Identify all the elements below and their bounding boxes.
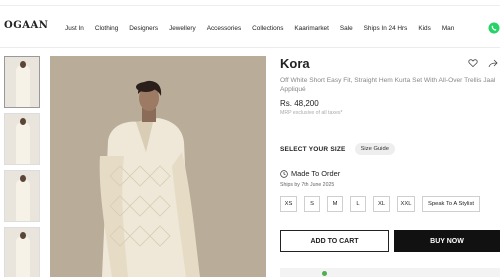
ship-date-note: Ships by 7th June 2025: [280, 182, 335, 188]
nav-item-jewellery[interactable]: Jewellery: [169, 25, 196, 32]
status-dot-icon: [322, 271, 327, 276]
nav-item-ships-24[interactable]: Ships In 24 Hrs: [364, 25, 408, 32]
size-option-xs[interactable]: XS: [280, 196, 297, 212]
mrp-note: MRP exclusive of all taxes*: [280, 110, 343, 116]
nav-item-accessories[interactable]: Accessories: [207, 25, 241, 32]
add-to-cart-button[interactable]: ADD TO CART: [280, 230, 389, 252]
size-option-l[interactable]: L: [350, 196, 366, 212]
wishlist-heart-icon[interactable]: [468, 58, 478, 68]
made-to-order-title: Made To Order: [291, 169, 341, 178]
made-to-order: Made To Order: [280, 169, 340, 178]
top-bar: [0, 0, 500, 6]
thumbnail-2[interactable]: [4, 113, 40, 165]
nav-item-clothing[interactable]: Clothing: [95, 25, 118, 32]
thumbnail-gallery: [4, 56, 42, 277]
nav-item-just-in[interactable]: Just In: [65, 25, 84, 32]
brand-logo[interactable]: OGAAN: [4, 20, 48, 31]
nav-item-man[interactable]: Man: [442, 25, 454, 32]
size-guide-button[interactable]: Size Guide: [354, 143, 395, 155]
size-option-xxl[interactable]: XXL: [397, 196, 415, 212]
size-option-xl[interactable]: XL: [373, 196, 390, 212]
speak-to-stylist-button[interactable]: Speak To A Stylist: [422, 196, 480, 212]
size-options: XS S M L XL XXL Speak To A Stylist: [280, 196, 487, 212]
product-name: Off White Short Easy Fit, Straight Hem K…: [280, 77, 496, 93]
promo-strip: [280, 268, 500, 277]
buy-now-button[interactable]: BUY NOW: [394, 230, 500, 252]
clock-icon: [280, 169, 288, 178]
main-nav: Just In Clothing Designers Jewellery Acc…: [65, 25, 465, 32]
whatsapp-icon[interactable]: [488, 22, 500, 34]
product-main-image[interactable]: [50, 56, 266, 277]
size-option-m[interactable]: M: [327, 196, 343, 212]
nav-item-collections[interactable]: Collections: [252, 25, 283, 32]
product-info: Kora Off White Short Easy Fit, Straight …: [280, 56, 500, 116]
share-icon[interactable]: [488, 58, 498, 68]
nav-item-kids[interactable]: Kids: [418, 25, 430, 32]
size-option-s[interactable]: S: [304, 196, 320, 212]
nav-item-sale[interactable]: Sale: [340, 25, 353, 32]
product-price: Rs. 48,200: [280, 99, 319, 108]
size-selector-header: SELECT YOUR SIZE Size Guide: [280, 143, 395, 155]
nav-item-designers[interactable]: Designers: [129, 25, 158, 32]
model-photo: [50, 56, 266, 277]
thumbnail-3[interactable]: [4, 170, 40, 222]
thumbnail-1[interactable]: [4, 56, 40, 108]
thumbnail-4[interactable]: [4, 227, 40, 277]
nav-item-kaarimarket[interactable]: Kaarimarket: [294, 25, 328, 32]
select-size-label: SELECT YOUR SIZE: [280, 145, 346, 153]
site-header: OGAAN Just In Clothing Designers Jewelle…: [0, 12, 500, 48]
product-brand[interactable]: Kora: [280, 56, 500, 71]
